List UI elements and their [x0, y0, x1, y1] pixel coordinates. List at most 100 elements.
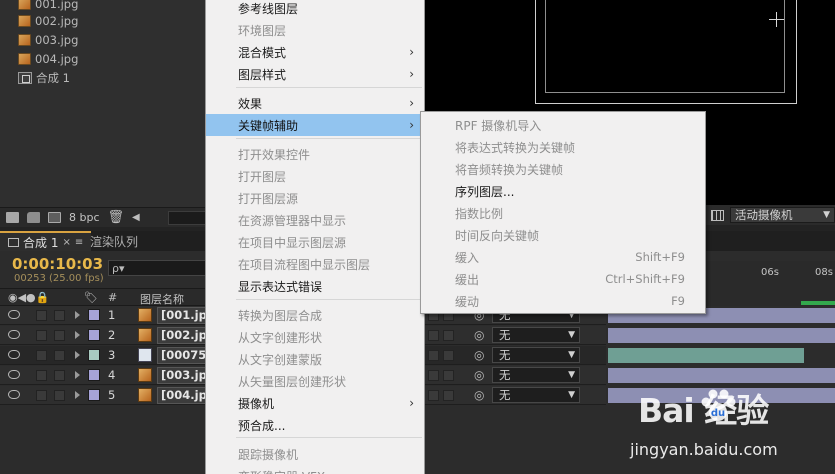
context-menu-item[interactable]: 显示表达式错误 [206, 275, 424, 297]
new-composition-icon[interactable] [48, 212, 61, 223]
lock-toggle[interactable] [54, 330, 65, 341]
context-menu-item[interactable]: 环境图层 [206, 19, 424, 41]
context-menu-item[interactable]: 变形稳定器 VFX [206, 465, 424, 474]
pickwhip-icon[interactable]: ◎ [474, 348, 484, 362]
switch-toggle[interactable] [428, 350, 439, 361]
context-menu-item[interactable]: 在项目流程图中显示图层 [206, 253, 424, 275]
context-menu-item[interactable]: 转换为图层合成 [206, 304, 424, 326]
submenu-item[interactable]: 缓入 Shift+F9 [421, 246, 705, 268]
parent-dropdown[interactable]: 无 ▼ [492, 387, 580, 403]
visibility-header-icon[interactable]: ◉◀●🔒 [8, 291, 49, 304]
project-item[interactable]: 004.jpg [18, 50, 78, 68]
parent-dropdown[interactable]: 无 ▼ [492, 367, 580, 383]
tab-composition[interactable]: 合成 1 × ≡ [0, 231, 92, 251]
context-menu-item[interactable]: 关键帧辅助 › [206, 114, 424, 136]
color-depth-button[interactable]: 8 bpc [69, 211, 100, 224]
parent-dropdown[interactable]: 无 ▼ [492, 327, 580, 343]
context-menu-item[interactable]: 从矢量图层创建形状 [206, 370, 424, 392]
eye-icon[interactable] [8, 310, 20, 319]
submenu-item[interactable]: 将表达式转换为关键帧 [421, 136, 705, 158]
grid-icon[interactable] [711, 209, 724, 221]
layer-name[interactable]: [002.jpg] [157, 327, 207, 344]
label-color-swatch[interactable] [88, 329, 100, 341]
layer-name[interactable]: [003.jpg] [157, 367, 207, 384]
trash-icon[interactable]: 🗑 [108, 210, 125, 225]
context-menu-item[interactable]: 打开效果控件 [206, 143, 424, 165]
project-item[interactable]: 002.jpg [18, 12, 78, 30]
label-header-icon[interactable]: 🏷 [84, 291, 98, 304]
work-area-bar[interactable] [801, 301, 835, 305]
switch-toggle[interactable] [428, 370, 439, 381]
submenu-item[interactable]: 时间反向关键帧 [421, 224, 705, 246]
label-color-swatch[interactable] [88, 369, 100, 381]
context-menu-item[interactable]: 在资源管理器中显示 [206, 209, 424, 231]
context-menu-item[interactable]: 从文字创建形状 [206, 326, 424, 348]
submenu-item[interactable]: 缓出 Ctrl+Shift+F9 [421, 268, 705, 290]
context-menu-item[interactable]: 摄像机 › [206, 392, 424, 414]
solo-toggle[interactable] [36, 310, 47, 321]
switch-toggle[interactable] [443, 330, 454, 341]
switch-toggle[interactable] [428, 390, 439, 401]
column-layer-name[interactable]: 图层名称 [140, 291, 184, 307]
switch-toggle[interactable] [443, 350, 454, 361]
scroll-left-icon[interactable]: ◀ [132, 212, 140, 223]
expand-triangle-icon[interactable] [75, 351, 80, 359]
eye-icon[interactable] [8, 350, 20, 359]
lock-toggle[interactable] [54, 370, 65, 381]
switch-toggle[interactable] [428, 330, 439, 341]
layer-search-input[interactable]: ρ▾ [108, 260, 208, 276]
expand-triangle-icon[interactable] [75, 331, 80, 339]
label-color-swatch[interactable] [88, 309, 100, 321]
tab-render-queue[interactable]: 渲染队列 [82, 231, 146, 251]
layer-duration-bar[interactable] [608, 328, 835, 343]
camera-dropdown[interactable]: 活动摄像机 ▼ [730, 207, 835, 223]
expand-triangle-icon[interactable] [75, 391, 80, 399]
context-menu-item[interactable]: 混合模式 › [206, 41, 424, 63]
solo-toggle[interactable] [36, 390, 47, 401]
submenu-item[interactable]: 指数比例 [421, 202, 705, 224]
new-folder-icon[interactable] [27, 212, 40, 223]
eye-icon[interactable] [8, 330, 20, 339]
solo-toggle[interactable] [36, 350, 47, 361]
layer-name[interactable]: [001.jpg] [157, 307, 207, 324]
interpret-footage-icon[interactable] [6, 212, 19, 223]
lock-toggle[interactable] [54, 310, 65, 321]
pickwhip-icon[interactable]: ◎ [474, 328, 484, 342]
submenu-item[interactable]: 序列图层... [421, 180, 705, 202]
switch-toggle[interactable] [443, 370, 454, 381]
layer-name[interactable]: [00075. [157, 347, 207, 364]
pickwhip-icon[interactable]: ◎ [474, 368, 484, 382]
submenu-item[interactable]: RPF 摄像机导入 [421, 114, 705, 136]
submenu-item[interactable]: 将音频转换为关键帧 [421, 158, 705, 180]
layer-duration-bar[interactable] [608, 368, 835, 383]
context-menu-item[interactable]: 跟踪摄像机 [206, 443, 424, 465]
context-menu-item[interactable]: 效果 › [206, 92, 424, 114]
eye-icon[interactable] [8, 370, 20, 379]
label-color-swatch[interactable] [88, 389, 100, 401]
label-color-swatch[interactable] [88, 349, 100, 361]
lock-toggle[interactable] [54, 390, 65, 401]
close-icon[interactable]: × [62, 237, 70, 248]
context-menu-item[interactable]: 图层样式 › [206, 63, 424, 85]
solo-toggle[interactable] [36, 330, 47, 341]
context-menu-item[interactable]: 在项目中显示图层源 [206, 231, 424, 253]
expand-triangle-icon[interactable] [75, 311, 80, 319]
pickwhip-icon[interactable]: ◎ [474, 388, 484, 402]
context-menu-item[interactable]: 从文字创建蒙版 [206, 348, 424, 370]
context-menu-item[interactable]: 参考线图层 [206, 0, 424, 19]
layer-name[interactable]: [004.jpg] [157, 387, 207, 404]
context-menu-item[interactable]: 打开图层源 [206, 187, 424, 209]
lock-toggle[interactable] [54, 350, 65, 361]
solo-toggle[interactable] [36, 370, 47, 381]
submenu-item[interactable]: 缓动 F9 [421, 290, 705, 312]
eye-icon[interactable] [8, 390, 20, 399]
current-time-display[interactable]: 0:00:10:03 [12, 255, 103, 273]
expand-triangle-icon[interactable] [75, 371, 80, 379]
context-menu-item[interactable]: 预合成... [206, 414, 424, 436]
parent-dropdown[interactable]: 无 ▼ [492, 347, 580, 363]
switch-toggle[interactable] [443, 390, 454, 401]
context-menu-item[interactable]: 打开图层 [206, 165, 424, 187]
layer-duration-bar[interactable] [608, 348, 804, 363]
project-item[interactable]: 合成 1 [18, 69, 70, 87]
project-scrollbar[interactable] [168, 211, 208, 225]
